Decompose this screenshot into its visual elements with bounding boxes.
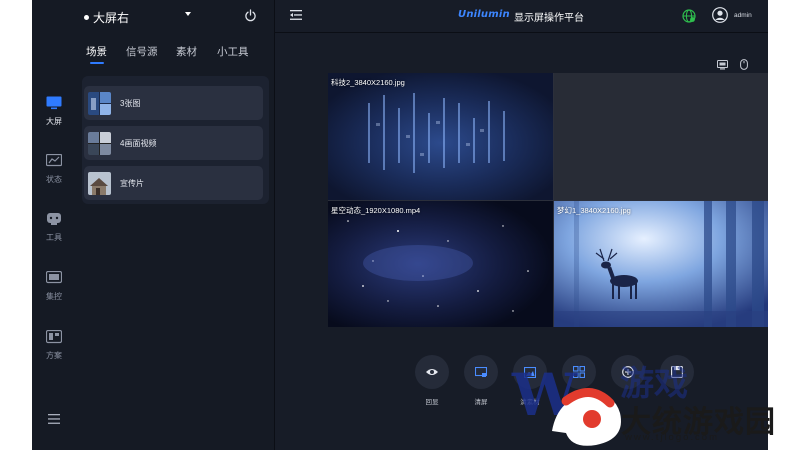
tab-active-indicator [90, 62, 104, 64]
template-button[interactable]: 模板 [562, 355, 596, 406]
clear-material-button-circle [513, 355, 547, 389]
scene-thumbnail [88, 171, 111, 195]
grid-icon [573, 366, 585, 378]
canvas-window-dreamy[interactable]: 梦幻1_3840X2160.jpg [554, 201, 768, 327]
toolbox-icon [47, 213, 61, 225]
save-button[interactable] [660, 355, 694, 396]
screen-name: 大屏右 [93, 10, 130, 25]
chevron-down-icon[interactable] [185, 12, 191, 16]
nav-rail: 大屏 状态 工具 集控 方案 [32, 0, 76, 450]
avatar[interactable] [712, 7, 728, 23]
rail-item-label: 集控 [46, 292, 62, 301]
rail-item-tools[interactable]: 工具 [32, 210, 76, 260]
add-button-circle [611, 355, 645, 389]
scene-item[interactable]: 宣传片 [84, 166, 263, 200]
deer-forest-image [554, 201, 768, 327]
tab-scene[interactable]: 场景 [86, 44, 107, 59]
tab-widgets[interactable]: 小工具 [217, 44, 249, 59]
add-button[interactable] [611, 355, 645, 396]
panel-tabs: 场景 信号源 素材 小工具 [76, 44, 274, 68]
power-icon[interactable] [244, 9, 257, 22]
monitor-icon [46, 96, 62, 110]
clear-screen-icon [475, 366, 487, 377]
scene-list: 3张图 4画面视频 宣传片 [82, 76, 269, 204]
control-icon [46, 271, 62, 284]
canvas-window-empty[interactable] [554, 73, 768, 200]
canvas-window-starry[interactable]: 星空动态_1920X1080.mp4 [328, 201, 553, 327]
tab-signal-source[interactable]: 信号源 [126, 44, 158, 59]
screen-canvas[interactable]: 科技2_3840X2160.jpg 星空动态_1920X1080.mp4 梦幻1… [328, 73, 768, 327]
echo-label: 回显 [425, 399, 439, 406]
collapse-sidebar-icon[interactable] [290, 10, 302, 20]
image-icon [524, 366, 536, 378]
rail-item-label: 方案 [46, 351, 62, 360]
main-area: Unilumin 显示屏操作平台 admin 科技2_3840X2160.jpg… [275, 0, 768, 450]
menu-icon[interactable] [48, 413, 60, 425]
rail-item-label: 大屏 [46, 117, 62, 126]
header-divider [275, 32, 768, 33]
scene-thumbnail [88, 91, 111, 115]
scene-panel: 大屏右 场景 信号源 素材 小工具 3张图 4画面视频 宣传片 [76, 0, 274, 450]
user-name[interactable]: admin [734, 12, 752, 19]
chart-icon [46, 154, 62, 167]
screen-status-dot [84, 14, 89, 20]
scene-thumbnail [88, 131, 111, 155]
rail-item-status[interactable]: 状态 [32, 152, 76, 202]
starry-sky-image [328, 201, 553, 327]
tech-image [328, 73, 553, 200]
clear-screen-button-circle [464, 355, 498, 389]
rail-item-big-screen[interactable]: 大屏 [32, 94, 76, 144]
scene-label: 4画面视频 [120, 138, 157, 148]
preview-screen-icon[interactable] [717, 60, 728, 70]
brand-logo: Unilumin [458, 9, 510, 20]
tab-material[interactable]: 素材 [176, 44, 197, 59]
window-label: 梦幻1_3840X2160.jpg [557, 206, 631, 215]
echo-button-circle [415, 355, 449, 389]
template-button-circle [562, 355, 596, 389]
rail-item-label: 状态 [46, 175, 62, 184]
screen-selector[interactable]: 大屏右 [84, 7, 204, 27]
rail-item-plan[interactable]: 方案 [32, 328, 76, 378]
canvas-window-tech[interactable]: 科技2_3840X2160.jpg [328, 73, 553, 200]
watermark-url: www.tjlogo.com [625, 432, 719, 443]
page-title: 显示屏操作平台 [514, 13, 584, 24]
scene-item[interactable]: 4画面视频 [84, 126, 263, 160]
scene-item[interactable]: 3张图 [84, 86, 263, 120]
echo-button[interactable]: 回显 [415, 355, 449, 406]
clear-screen-button[interactable]: 清屏 [464, 355, 498, 406]
network-icon[interactable] [682, 9, 696, 23]
rail-item-label: 工具 [46, 233, 62, 242]
scene-label: 宣传片 [120, 178, 144, 188]
scene-label: 3张图 [120, 98, 141, 108]
template-label: 模板 [572, 399, 586, 406]
plus-circle-icon [622, 366, 634, 378]
clear-material-label: 清素材 [520, 399, 540, 406]
eye-icon [426, 369, 438, 375]
save-icon [671, 366, 683, 378]
plan-icon [46, 330, 62, 344]
clear-material-button[interactable]: 清素材 [513, 355, 547, 406]
mouse-icon[interactable] [740, 59, 748, 70]
save-button-circle [660, 355, 694, 389]
window-label: 科技2_3840X2160.jpg [331, 78, 405, 87]
clear-screen-label: 清屏 [474, 399, 488, 406]
rail-item-central-control[interactable]: 集控 [32, 269, 76, 319]
window-label: 星空动态_1920X1080.mp4 [331, 206, 421, 215]
app-window: 大屏 状态 工具 集控 方案 大屏右 场景 信号源 素材 小工具 3张图 4画面… [32, 0, 768, 450]
